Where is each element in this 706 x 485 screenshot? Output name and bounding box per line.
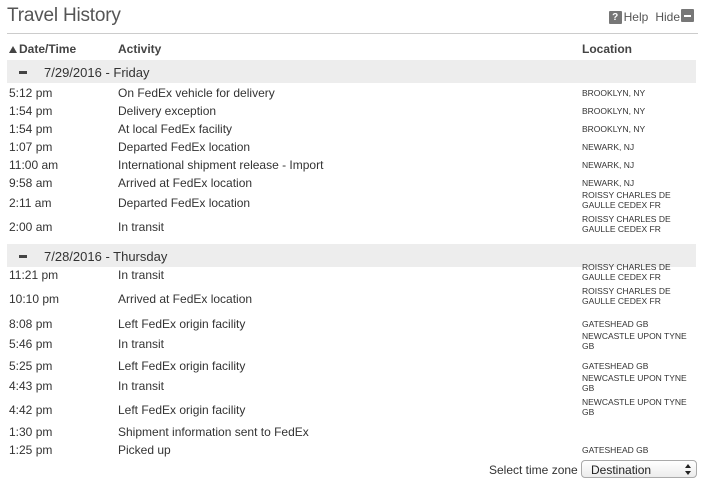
event-activity: On FedEx vehicle for delivery <box>118 86 275 100</box>
event-location: NEWCASTLE UPON TYNE GB <box>582 331 687 351</box>
event-location: BROOKLYN, NY <box>582 106 646 116</box>
event-time: 5:46 pm <box>9 337 53 351</box>
event-location: NEWCASTLE UPON TYNE GB <box>582 373 687 393</box>
header-divider <box>7 33 698 34</box>
event-activity: Arrived at FedEx location <box>118 176 253 190</box>
event-activity: Delivery exception <box>118 104 217 118</box>
event-activity: International shipment release - Import <box>118 158 324 172</box>
event-location: ROISSY CHARLES DE GAULLE CEDEX FR <box>582 262 671 282</box>
date-group-label: 7/28/2016 - Thursday <box>44 249 168 264</box>
event-activity: In transit <box>118 220 165 234</box>
event-location: ROISSY CHARLES DE GAULLE CEDEX FR <box>582 190 671 210</box>
event-time: 1:54 pm <box>9 104 53 118</box>
event-activity: Left FedEx origin facility <box>118 359 246 373</box>
collapse-icon[interactable] <box>19 255 27 258</box>
travel-history-header: Travel History ? Help Hide <box>0 0 706 34</box>
column-header-datetime-label: Date/Time <box>19 42 77 56</box>
event-activity: In transit <box>118 337 165 351</box>
event-location: ROISSY CHARLES DE GAULLE CEDEX FR <box>582 214 671 234</box>
event-activity: Departed FedEx location <box>118 196 251 210</box>
timezone-selected-value: Destination <box>591 463 652 477</box>
timezone-select[interactable]: Destination <box>581 460 697 478</box>
event-activity: Left FedEx origin facility <box>118 403 246 417</box>
column-header-datetime[interactable]: Date/Time <box>9 42 76 56</box>
event-activity: Arrived at FedEx location <box>118 292 253 306</box>
event-time: 5:25 pm <box>9 359 53 373</box>
event-time: 1:07 pm <box>9 140 53 154</box>
event-time: 5:12 pm <box>9 86 53 100</box>
event-time: 4:42 pm <box>9 403 53 417</box>
event-time: 11:21 pm <box>9 268 59 282</box>
sort-ascending-icon[interactable] <box>9 46 17 53</box>
event-time: 9:58 am <box>9 176 53 190</box>
event-time: 1:54 pm <box>9 122 53 136</box>
event-location: GATESHEAD GB <box>582 445 649 455</box>
event-time: 1:30 pm <box>9 425 53 439</box>
date-group-header: 7/29/2016 - Friday <box>7 60 696 83</box>
event-location: NEWARK, NJ <box>582 178 635 188</box>
page-title: Travel History <box>7 5 121 26</box>
event-time: 2:00 am <box>9 220 53 234</box>
event-location: ROISSY CHARLES DE GAULLE CEDEX FR <box>582 286 671 306</box>
event-location: NEWARK, NJ <box>582 160 635 170</box>
event-location: BROOKLYN, NY <box>582 124 646 134</box>
select-arrows-icon <box>685 464 691 475</box>
hide-link[interactable]: Hide <box>655 10 680 24</box>
collapse-icon[interactable] <box>19 71 27 74</box>
event-location: NEWCASTLE UPON TYNE GB <box>582 397 687 417</box>
event-activity: Left FedEx origin facility <box>118 317 246 331</box>
event-activity: Departed FedEx location <box>118 140 251 154</box>
event-activity: In transit <box>118 268 165 282</box>
minus-icon[interactable] <box>681 8 694 22</box>
event-time: 2:11 am <box>9 196 52 210</box>
event-time: 11:00 am <box>9 158 59 172</box>
column-header-activity: Activity <box>118 42 162 56</box>
help-link[interactable]: Help <box>624 10 649 24</box>
event-activity: Picked up <box>118 443 171 457</box>
event-time: 8:08 pm <box>9 317 53 331</box>
date-group-label: 7/29/2016 - Friday <box>44 65 150 80</box>
event-location: NEWARK, NJ <box>582 142 635 152</box>
timezone-label: Select time zone <box>489 463 578 477</box>
event-activity: In transit <box>118 379 165 393</box>
event-location: GATESHEAD GB <box>582 361 649 371</box>
event-time: 10:10 pm <box>9 292 60 306</box>
event-location: GATESHEAD GB <box>582 319 649 329</box>
header-actions: ? Help Hide <box>608 8 694 24</box>
help-icon[interactable]: ? <box>608 10 622 24</box>
event-time: 4:43 pm <box>9 379 53 393</box>
event-location: BROOKLYN, NY <box>582 88 646 98</box>
event-activity: Shipment information sent to FedEx <box>118 425 309 439</box>
event-time: 1:25 pm <box>9 443 53 457</box>
column-header-location: Location <box>582 42 632 56</box>
event-activity: At local FedEx facility <box>118 122 233 136</box>
